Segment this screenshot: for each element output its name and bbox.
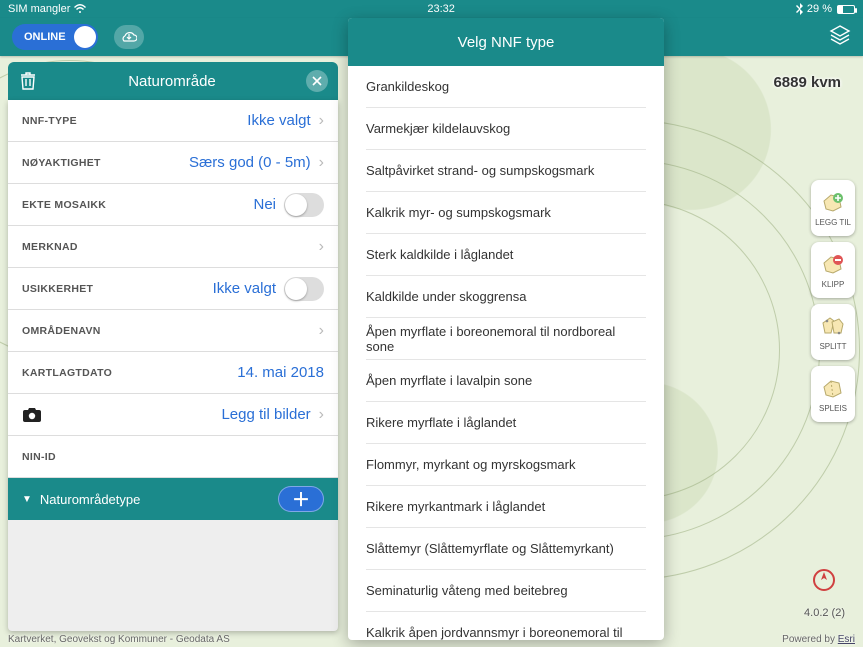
value: Nei (253, 196, 276, 213)
tool-legg-til[interactable]: LEGG TIL (811, 180, 855, 236)
popup-item[interactable]: Rikere myrkantmark i låglandet (366, 486, 646, 528)
uncertainty-toggle[interactable] (284, 277, 324, 301)
row-areaname[interactable]: OMRÅDENAVN › (8, 310, 338, 352)
row-mosaic[interactable]: EKTE MOSAIKK Nei (8, 184, 338, 226)
map-tools: LEGG TIL KLIPP SPLITT SPLEIS (811, 180, 855, 422)
popup-item[interactable]: Slåttemyr (Slåttemyrflate og Slåttemyrka… (366, 528, 646, 570)
label: EKTE MOSAIKK (22, 199, 106, 211)
row-ninid[interactable]: NIN-ID (8, 436, 338, 478)
chevron-right-icon: › (319, 238, 324, 256)
chevron-right-icon: › (319, 406, 324, 424)
section-naturomradetype[interactable]: ▼ Naturområdetype ＋ (8, 478, 338, 520)
scale-label: 6889 kvm (773, 74, 841, 91)
tool-spleis[interactable]: SPLEIS (811, 366, 855, 422)
layers-button[interactable] (829, 25, 851, 50)
row-nnf-type[interactable]: NNF-TYPE Ikke valgt › (8, 100, 338, 142)
label: NIN-ID (22, 451, 56, 463)
chevron-right-icon: › (319, 112, 324, 130)
sim-status: SIM mangler (8, 3, 70, 15)
add-button[interactable]: ＋ (278, 486, 324, 512)
caret-down-icon: ▼ (22, 494, 32, 505)
online-toggle[interactable]: ONLINE (12, 24, 98, 50)
bluetooth-icon (796, 3, 804, 15)
popup-item[interactable]: Åpen myrflate i boreonemoral til nordbor… (366, 318, 646, 360)
section-label: Naturområdetype (40, 492, 140, 507)
popup-item[interactable]: Rikere myrflate i låglandet (366, 402, 646, 444)
popup-item[interactable]: Åpen myrflate i lavalpin sone (366, 360, 646, 402)
popup-item[interactable]: Kalkrik åpen jordvannsmyr i boreonemoral… (366, 612, 646, 640)
popup-item[interactable]: Grankildeskog (366, 66, 646, 108)
version-label: 4.0.2 (2) (804, 607, 845, 619)
tool-label: KLIPP (822, 280, 845, 289)
value: Legg til bilder (221, 406, 310, 423)
popup-item[interactable]: Seminaturlig våteng med beitebreg (366, 570, 646, 612)
value: Ikke valgt (213, 280, 276, 297)
side-panel: Naturområde NNF-TYPE Ikke valgt › NØYAKT… (8, 62, 338, 631)
popup-item[interactable]: Flommyr, myrkant og myrskogsmark (366, 444, 646, 486)
row-photos[interactable]: Legg til bilder › (8, 394, 338, 436)
panel-header: Naturområde (8, 62, 338, 100)
online-label: ONLINE (24, 31, 66, 43)
row-uncertainty[interactable]: USIKKERHET Ikke valgt (8, 268, 338, 310)
nnf-type-popup: Velg NNF type GrankildeskogVarmekjær kil… (348, 18, 664, 640)
popup-title: Velg NNF type (348, 18, 664, 66)
trash-icon[interactable] (18, 71, 38, 91)
label: USIKKERHET (22, 283, 93, 295)
popup-item[interactable]: Saltpåvirket strand- og sumpskogsmark (366, 150, 646, 192)
value: 14. mai 2018 (237, 364, 324, 381)
tool-klipp[interactable]: KLIPP (811, 242, 855, 298)
chevron-right-icon: › (319, 322, 324, 340)
chevron-right-icon: › (319, 154, 324, 172)
popup-item[interactable]: Kalkrik myr- og sumpskogsmark (366, 192, 646, 234)
label: MERKNAD (22, 241, 78, 253)
esri-link[interactable]: Esri (838, 634, 855, 645)
wifi-icon (74, 4, 86, 14)
download-icon (121, 30, 137, 44)
layers-icon (829, 25, 851, 45)
battery-pct: 29 % (807, 3, 832, 15)
popup-item[interactable]: Sterk kaldkilde i låglandet (366, 234, 646, 276)
status-bar: SIM mangler 23:32 29 % (0, 0, 863, 18)
row-note[interactable]: MERKNAD › (8, 226, 338, 268)
mosaic-toggle[interactable] (284, 193, 324, 217)
panel-title: Naturområde (48, 73, 296, 90)
tool-label: LEGG TIL (815, 218, 851, 227)
value: Særs god (0 - 5m) (189, 154, 311, 171)
download-button[interactable] (114, 25, 144, 49)
value: Ikke valgt (247, 112, 310, 129)
popup-list[interactable]: GrankildeskogVarmekjær kildelauvskogSalt… (348, 66, 664, 640)
row-date[interactable]: KARTLAGTDATO 14. mai 2018 (8, 352, 338, 394)
popup-item[interactable]: Varmekjær kildelauvskog (366, 108, 646, 150)
camera-icon (22, 407, 42, 423)
label: NØYAKTIGHET (22, 157, 101, 169)
tool-label: SPLEIS (819, 404, 847, 413)
row-accuracy[interactable]: NØYAKTIGHET Særs god (0 - 5m) › (8, 142, 338, 184)
popup-item[interactable]: Kaldkilde under skoggrensa (366, 276, 646, 318)
attribution-left: Kartverket, Geovekst og Kommuner - Geoda… (8, 634, 230, 645)
label: OMRÅDENAVN (22, 325, 101, 337)
battery-icon (837, 5, 855, 14)
compass-button[interactable] (813, 569, 835, 591)
tool-splitt[interactable]: SPLITT (811, 304, 855, 360)
label: KARTLAGTDATO (22, 367, 112, 379)
attribution-right: Powered by Esri (782, 634, 855, 645)
close-icon (312, 76, 322, 86)
tool-label: SPLITT (819, 342, 846, 351)
label: NNF-TYPE (22, 115, 77, 127)
status-time: 23:32 (86, 3, 796, 15)
close-button[interactable] (306, 70, 328, 92)
